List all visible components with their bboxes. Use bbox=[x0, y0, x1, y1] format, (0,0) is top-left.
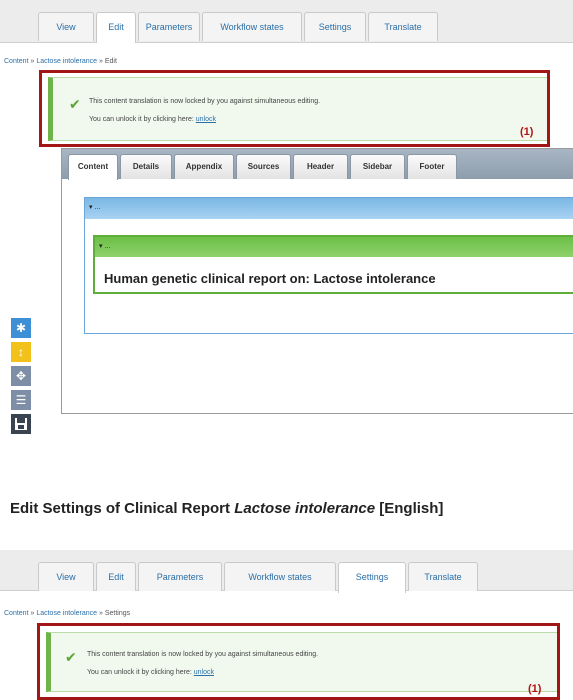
tab-translate[interactable]: Translate bbox=[368, 12, 438, 41]
tab-edit[interactable]: Edit bbox=[96, 12, 136, 43]
inner-block-header[interactable]: ▾ ... bbox=[95, 237, 573, 257]
outer-content-block: ▾ ... ▾ ... Human genetic clinical repor… bbox=[84, 197, 573, 334]
breadcrumb-link-content[interactable]: Content bbox=[4, 610, 29, 617]
breadcrumb-separator: » bbox=[97, 610, 105, 617]
resize-vertical-icon: ↕ bbox=[18, 345, 24, 359]
list-button[interactable]: ☰ bbox=[11, 390, 31, 410]
inner-content-block: ▾ ... Human genetic clinical report on: … bbox=[93, 235, 573, 294]
save-button[interactable] bbox=[11, 414, 31, 434]
breadcrumb-current: Settings bbox=[104, 610, 131, 617]
tab-view[interactable]: View bbox=[38, 12, 94, 41]
content-editor-panel: Content Details Appendix Sources Header … bbox=[61, 148, 573, 414]
top-tab-bar: View Edit Parameters Workflow states Set… bbox=[0, 0, 573, 43]
breadcrumb-link-lactose-intolerance[interactable]: Lactose intolerance bbox=[36, 610, 97, 617]
editor-tab-footer[interactable]: Footer bbox=[407, 154, 457, 179]
annotation-label: (1) bbox=[520, 126, 534, 138]
breadcrumb-link-lactose-intolerance[interactable]: Lactose intolerance bbox=[36, 58, 97, 65]
annotation-highlight-box bbox=[37, 623, 560, 700]
breadcrumb: Content » Lactose intolerance » Edit bbox=[4, 58, 117, 65]
tab-workflow-states[interactable]: Workflow states bbox=[202, 12, 302, 41]
editor-tab-appendix[interactable]: Appendix bbox=[174, 154, 234, 179]
breadcrumb-separator: » bbox=[97, 58, 105, 65]
tab-settings[interactable]: Settings bbox=[304, 12, 366, 41]
editor-tab-sidebar[interactable]: Sidebar bbox=[350, 154, 405, 179]
move-button[interactable]: ✥ bbox=[11, 366, 31, 386]
save-icon bbox=[15, 418, 27, 430]
breadcrumb-current: Edit bbox=[104, 58, 117, 65]
move-icon: ✥ bbox=[15, 369, 27, 383]
annotation-highlight-box bbox=[39, 70, 550, 147]
tab-parameters[interactable]: Parameters bbox=[138, 562, 222, 591]
editor-tab-bar: Content Details Appendix Sources Header … bbox=[62, 149, 573, 180]
page-title: Edit Settings of Clinical Report Lactose… bbox=[10, 500, 443, 517]
bottom-tab-bar: View Edit Parameters Workflow states Set… bbox=[0, 550, 573, 593]
list-icon: ☰ bbox=[15, 393, 27, 407]
breadcrumb-link-content[interactable]: Content bbox=[4, 58, 29, 65]
breadcrumb: Content » Lactose intolerance » Settings bbox=[4, 610, 130, 617]
tab-view[interactable]: View bbox=[38, 562, 94, 591]
resize-vertical-button[interactable]: ↕ bbox=[11, 342, 31, 362]
editor-tab-sources[interactable]: Sources bbox=[236, 154, 291, 179]
report-heading[interactable]: Human genetic clinical report on: Lactos… bbox=[104, 271, 436, 286]
editor-tab-content[interactable]: Content bbox=[68, 154, 118, 180]
annotation-label: (1) bbox=[528, 683, 542, 695]
asterisk-button[interactable]: ✱ bbox=[11, 318, 31, 338]
outer-block-toggle[interactable]: ▾ ... bbox=[89, 203, 100, 211]
asterisk-icon: ✱ bbox=[15, 321, 27, 335]
outer-block-header[interactable]: ▾ ... bbox=[85, 198, 573, 219]
page-title-suffix: [English] bbox=[375, 500, 444, 517]
editor-tab-details[interactable]: Details bbox=[120, 154, 172, 179]
tab-settings[interactable]: Settings bbox=[338, 562, 406, 593]
page-title-item: Lactose intolerance bbox=[234, 500, 376, 517]
tab-edit[interactable]: Edit bbox=[96, 562, 136, 591]
tab-workflow-states[interactable]: Workflow states bbox=[224, 562, 336, 591]
editor-tab-header[interactable]: Header bbox=[293, 154, 348, 179]
inner-block-toggle[interactable]: ▾ ... bbox=[99, 242, 110, 250]
tab-translate[interactable]: Translate bbox=[408, 562, 478, 591]
tab-parameters[interactable]: Parameters bbox=[138, 12, 200, 41]
page-title-prefix: Edit Settings of Clinical Report bbox=[10, 500, 235, 517]
